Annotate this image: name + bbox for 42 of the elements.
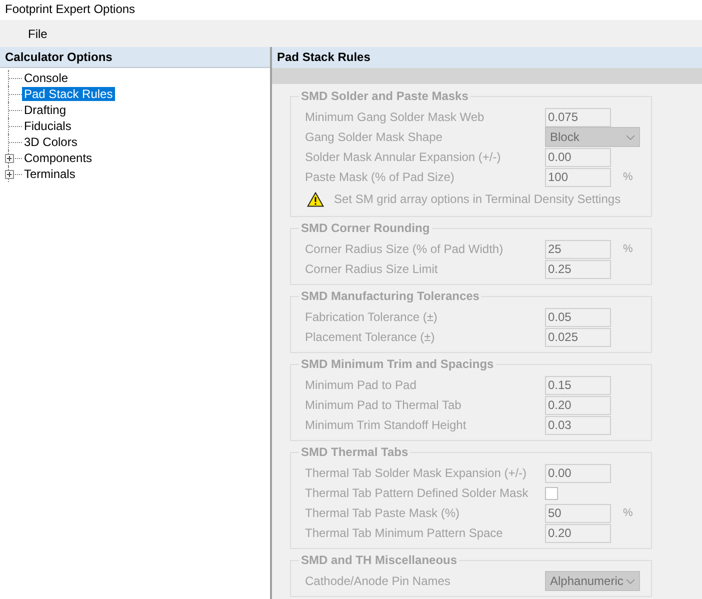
- caret-icon: [626, 578, 635, 584]
- field-label: Paste Mask (% of Pad Size): [305, 170, 456, 184]
- unit-label: %: [623, 171, 633, 183]
- field-label: Corner Radius Size Limit: [305, 262, 439, 276]
- tree-item[interactable]: Pad Stack Rules: [22, 87, 115, 101]
- field-label: Thermal Tab Minimum Pattern Space: [305, 526, 504, 540]
- field-label: Gang Solder Mask Shape: [305, 130, 444, 144]
- window-title: Footprint Expert Options: [4, 1, 136, 18]
- unit-label: %: [623, 243, 633, 255]
- warning-message: Set SM grid array options in Terminal Density Settings: [334, 192, 621, 206]
- tree-item[interactable]: Fiducials: [22, 119, 74, 133]
- field-label: Minimum Pad to Thermal Tab: [305, 398, 462, 412]
- group-title: SMD Solder and Paste Masks: [299, 89, 470, 103]
- group-title: SMD Minimum Trim and Spacings: [299, 357, 496, 371]
- field-label: Solder Mask Annular Expansion (+/-): [305, 150, 502, 164]
- group-title: SMD Thermal Tabs: [299, 445, 410, 459]
- caret-icon: [626, 134, 635, 140]
- tree-item[interactable]: Console: [22, 71, 70, 85]
- tree-item[interactable]: Drafting: [22, 103, 68, 117]
- field-label: Thermal Tab Solder Mask Expansion (+/-): [305, 466, 528, 480]
- field-label: Placement Tolerance (±): [305, 330, 436, 344]
- expand-icon[interactable]: [5, 154, 14, 163]
- menu-item[interactable]: File: [24, 26, 52, 40]
- field-label: Minimum Trim Standoff Height: [305, 418, 468, 432]
- group-title: SMD Corner Rounding: [299, 221, 432, 235]
- field-label: Thermal Tab Paste Mask (%): [305, 506, 460, 520]
- field-label: Fabrication Tolerance (±): [305, 310, 438, 324]
- field-label: Minimum Gang Solder Mask Web: [305, 110, 486, 124]
- group-title: SMD Manufacturing Tolerances: [299, 289, 482, 303]
- unit-label: %: [623, 507, 633, 519]
- tree-item[interactable]: Components: [22, 151, 94, 165]
- tree-item[interactable]: 3D Colors: [22, 135, 80, 149]
- field-label: Cathode/Anode Pin Names: [305, 574, 452, 588]
- group-title: SMD and TH Miscellaneous: [299, 553, 460, 567]
- warning-icon: [307, 192, 324, 206]
- tree-item[interactable]: Terminals: [22, 167, 78, 181]
- field-label: Corner Radius Size (% of Pad Width): [305, 242, 504, 256]
- field-label: Thermal Tab Pattern Defined Solder Mask: [305, 486, 530, 500]
- expand-icon[interactable]: [5, 170, 14, 179]
- panel-header: Pad Stack Rules: [272, 47, 702, 68]
- sidebar-header: Calculator Options: [0, 47, 270, 68]
- field-label: Minimum Pad to Pad: [305, 378, 418, 392]
